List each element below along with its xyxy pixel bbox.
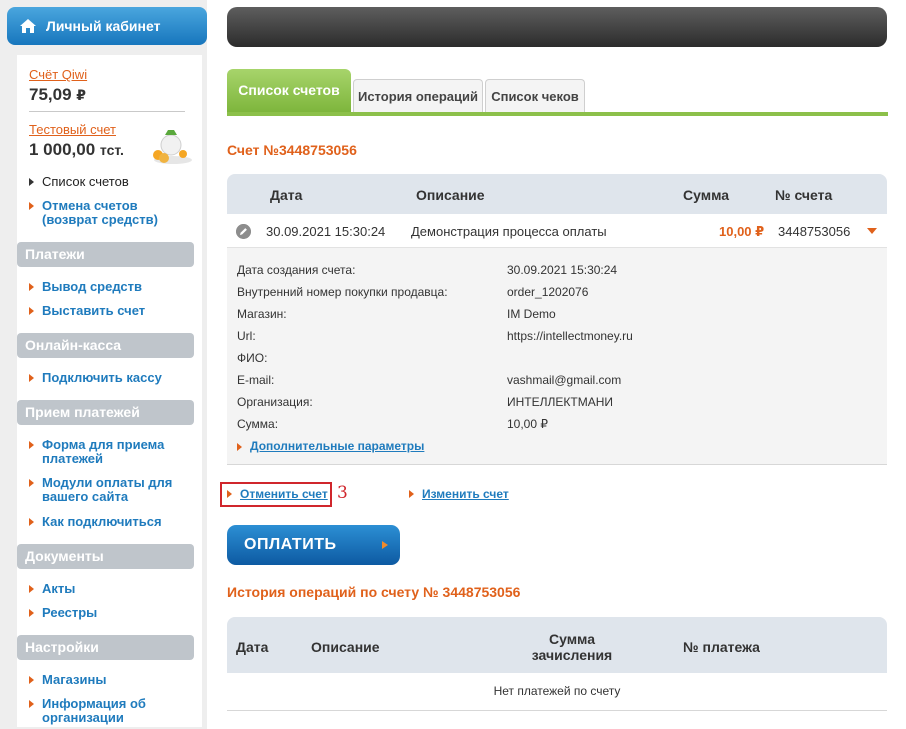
detail-value: ИНТЕЛЛЕКТМАНИ bbox=[507, 395, 613, 409]
col-credit-amount: Сумма зачисления bbox=[531, 631, 613, 663]
extra-params-link[interactable]: Дополнительные параметры bbox=[250, 439, 424, 453]
detail-label: Магазин: bbox=[237, 307, 287, 321]
sidebar-item-organization-info[interactable]: Информация об организации bbox=[29, 697, 179, 725]
col-description: Описание bbox=[311, 639, 380, 655]
sidebar-header[interactable]: Личный кабинет bbox=[7, 7, 207, 45]
col-number: № счета bbox=[775, 187, 833, 203]
section-accept-payments: Прием платежей bbox=[17, 400, 194, 425]
tab-operations-history[interactable]: История операций bbox=[353, 79, 483, 113]
pay-button-label: ОПЛАТИТЬ bbox=[244, 536, 337, 553]
detail-label: Дата создания счета: bbox=[237, 263, 356, 277]
section-settings: Настройки bbox=[17, 635, 194, 660]
account-qiwi: Счёт Qiwi 75,09 ₽ bbox=[29, 67, 87, 105]
row-date: 30.09.2021 15:30:24 bbox=[266, 224, 386, 239]
col-payment-number: № платежа bbox=[683, 639, 760, 655]
section-documents: Документы bbox=[17, 544, 194, 569]
sidebar-header-label: Личный кабинет bbox=[46, 18, 161, 34]
tab-invoices[interactable]: Список счетов bbox=[227, 69, 351, 113]
coins-icon bbox=[153, 130, 192, 164]
step-number: 3 bbox=[337, 483, 348, 503]
detail-label: Url: bbox=[237, 329, 256, 343]
detail-label: Организация: bbox=[237, 395, 313, 409]
pencil-icon[interactable] bbox=[236, 224, 251, 239]
home-icon bbox=[20, 19, 36, 33]
detail-label: ФИО: bbox=[237, 351, 268, 365]
detail-label: Внутренний номер покупки продавца: bbox=[237, 285, 448, 299]
col-date: Дата bbox=[236, 639, 269, 655]
detail-value: vashmail@gmail.com bbox=[507, 373, 622, 387]
pay-button[interactable]: ОПЛАТИТЬ bbox=[227, 525, 400, 565]
sidebar-item-how-to-connect[interactable]: Как подключиться bbox=[29, 515, 162, 529]
invoice-table-header: Дата Описание Сумма № счета bbox=[227, 174, 887, 214]
row-number: 3448753056 bbox=[778, 224, 851, 239]
arrow-right-icon bbox=[382, 541, 388, 549]
sidebar-item-payment-form[interactable]: Форма для приема платежей bbox=[29, 438, 179, 466]
section-payments: Платежи bbox=[17, 242, 194, 267]
sidebar: Личный кабинет Счёт Qiwi 75,09 ₽ Тестовы… bbox=[0, 0, 207, 729]
chevron-down-icon[interactable] bbox=[867, 228, 877, 234]
arrow-right-icon bbox=[409, 490, 414, 498]
invoice-title: Счет №3448753056 bbox=[227, 142, 357, 158]
account-test-link[interactable]: Тестовый счет bbox=[29, 122, 124, 137]
col-amount: Сумма bbox=[683, 187, 730, 203]
col-description: Описание bbox=[416, 187, 485, 203]
detail-value: order_1202076 bbox=[507, 285, 589, 299]
detail-value: https://intellectmoney.ru bbox=[507, 329, 633, 343]
row-amount: 10,00 ₽ bbox=[719, 224, 765, 239]
sidebar-item-invoices[interactable]: Список счетов bbox=[29, 175, 129, 189]
detail-value: 30.09.2021 15:30:24 bbox=[507, 263, 618, 277]
detail-label: E-mail: bbox=[237, 373, 275, 387]
divider bbox=[29, 111, 185, 112]
sidebar-item-withdraw[interactable]: Вывод средств bbox=[29, 280, 142, 294]
detail-label: Сумма: bbox=[237, 417, 279, 431]
history-title: История операций по счету № 3448753056 bbox=[227, 584, 521, 600]
sidebar-item-acts[interactable]: Акты bbox=[29, 582, 75, 596]
history-table-header: Дата Описание Сумма зачисления № платежа bbox=[227, 617, 887, 673]
sidebar-item-registers[interactable]: Реестры bbox=[29, 606, 97, 620]
sidebar-item-connect-cash[interactable]: Подключить кассу bbox=[29, 371, 162, 385]
detail-value: 10,00 ₽ bbox=[507, 417, 548, 431]
arrow-right-icon bbox=[227, 490, 232, 498]
account-qiwi-balance: 75,09 ₽ bbox=[29, 85, 87, 104]
sidebar-item-issue-invoice[interactable]: Выставить счет bbox=[29, 304, 145, 318]
arrow-right-icon bbox=[237, 443, 242, 451]
col-date: Дата bbox=[270, 187, 303, 203]
sidebar-item-cancel-invoices[interactable]: Отмена счетов (возврат средств) bbox=[29, 199, 179, 227]
top-bar bbox=[227, 7, 887, 47]
row-description: Демонстрация процесса оплаты bbox=[411, 224, 607, 239]
sidebar-item-payment-modules[interactable]: Модули оплаты для вашего сайта bbox=[29, 476, 179, 504]
cancel-invoice-link[interactable]: Отменить счет bbox=[240, 487, 328, 501]
account-test: Тестовый счет 1 000,00 тст. bbox=[29, 122, 124, 160]
tab-underline bbox=[227, 112, 888, 116]
sidebar-item-shops[interactable]: Магазины bbox=[29, 673, 106, 687]
detail-value: IM Demo bbox=[507, 307, 556, 321]
invoice-details bbox=[227, 248, 887, 465]
history-empty-message: Нет платежей по счету bbox=[227, 673, 887, 711]
account-test-balance: 1 000,00 тст. bbox=[29, 140, 124, 159]
tab-receipts[interactable]: Список чеков bbox=[485, 79, 585, 113]
edit-invoice-link[interactable]: Изменить счет bbox=[422, 487, 509, 501]
account-qiwi-link[interactable]: Счёт Qiwi bbox=[29, 67, 87, 82]
table-row[interactable]: 30.09.2021 15:30:24 Демонстрация процесс… bbox=[227, 214, 887, 248]
section-online-cash: Онлайн-касса bbox=[17, 333, 194, 358]
